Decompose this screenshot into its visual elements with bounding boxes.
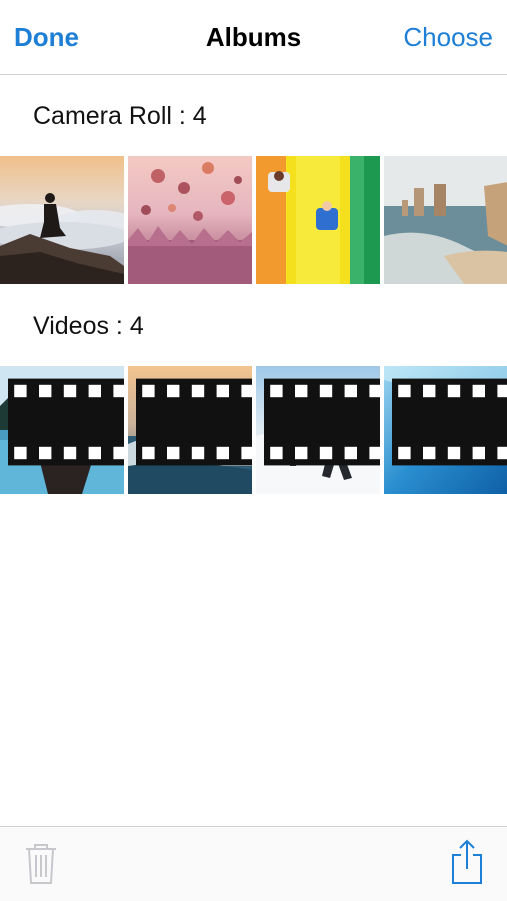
- photo-thumbnail[interactable]: [0, 156, 124, 284]
- video-camera-icon: [264, 378, 380, 466]
- photo-bokeh-image: [128, 156, 252, 284]
- navigation-bar: Done Albums Choose: [0, 0, 507, 75]
- video-thumbnail[interactable]: [0, 366, 124, 494]
- camera-roll-grid: [0, 156, 507, 284]
- video-thumbnail[interactable]: [384, 366, 507, 494]
- video-camera-icon: [8, 378, 124, 466]
- video-camera-icon: [392, 378, 507, 466]
- photo-waterslide-image: [256, 156, 380, 284]
- section-title-videos: Videos : 4: [33, 312, 144, 340]
- photo-clouds-image: [0, 156, 124, 284]
- photo-coast-image: [384, 156, 507, 284]
- trash-icon[interactable]: [24, 843, 58, 885]
- bottom-toolbar: [0, 826, 507, 901]
- section-title-camera-roll: Camera Roll : 4: [33, 102, 207, 130]
- photo-thumbnail[interactable]: [384, 156, 507, 284]
- photo-thumbnail[interactable]: [128, 156, 252, 284]
- share-icon[interactable]: [450, 839, 484, 885]
- video-thumbnail[interactable]: [128, 366, 252, 494]
- videos-grid: [0, 366, 507, 494]
- choose-button[interactable]: Choose: [403, 22, 493, 53]
- video-camera-icon: [136, 378, 252, 466]
- video-thumbnail[interactable]: [256, 366, 380, 494]
- photo-thumbnail[interactable]: [256, 156, 380, 284]
